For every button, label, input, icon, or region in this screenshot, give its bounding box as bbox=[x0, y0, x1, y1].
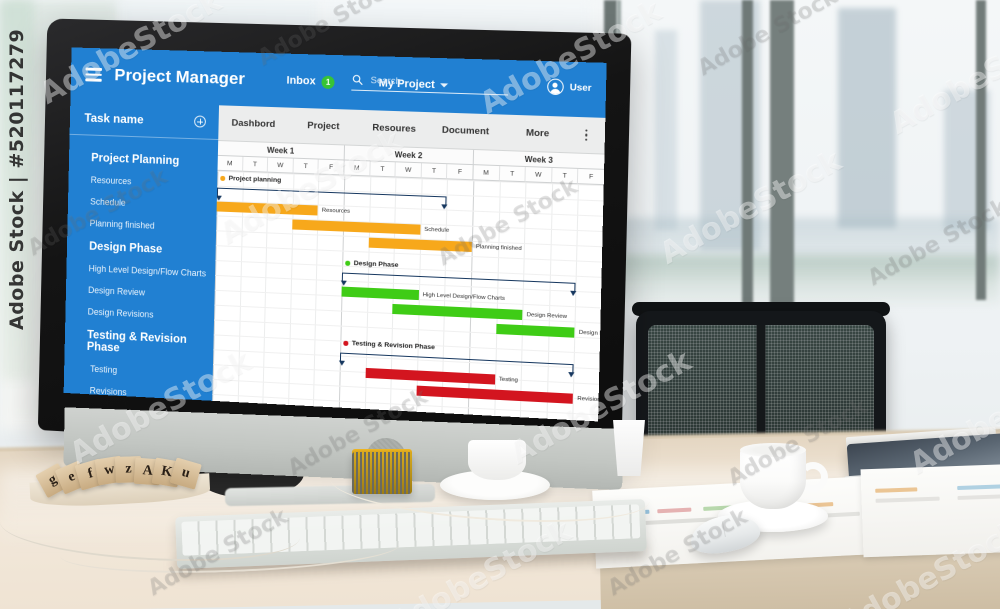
office-desk-scene: Project Manager Inbox 1 My Project Searc… bbox=[0, 0, 1000, 609]
tab-more[interactable]: More bbox=[501, 127, 574, 141]
tab-project[interactable]: Project bbox=[288, 120, 359, 133]
project-manager-app: Project Manager Inbox 1 My Project Searc… bbox=[63, 47, 607, 422]
day-header-cell: W bbox=[267, 157, 294, 174]
gantt-task-label: Planning finished bbox=[475, 243, 522, 252]
gantt-task-bar[interactable]: Design Review bbox=[392, 303, 567, 320]
phase-name: Testing & Revision Phase bbox=[351, 340, 436, 352]
day-header-cell: T bbox=[421, 163, 448, 180]
report-paper-right bbox=[860, 462, 1000, 558]
phase-name: Design Phase bbox=[353, 260, 399, 270]
sidebar-item-resources[interactable]: Resources bbox=[68, 174, 217, 190]
phase-marker-icon bbox=[220, 176, 225, 181]
monitor-screen: Project Manager Inbox 1 My Project Searc… bbox=[63, 47, 607, 422]
search-icon bbox=[352, 74, 362, 85]
add-task-icon[interactable] bbox=[194, 115, 207, 128]
gantt-phase-label[interactable]: Project planning bbox=[220, 175, 281, 184]
stock-watermark-id: Adobe Stock | #520117279 bbox=[6, 28, 28, 330]
day-header-cell: M bbox=[217, 155, 244, 172]
grid-line-vertical bbox=[545, 183, 553, 422]
gantt-task-bar[interactable]: High Level Design/Flow Charts bbox=[341, 286, 505, 302]
sidebar-item-testing[interactable]: Testing bbox=[64, 362, 213, 380]
grid-line-vertical bbox=[571, 184, 580, 422]
sidebar-item-schedule[interactable]: Schedule bbox=[68, 196, 217, 212]
task-name-label: Task name bbox=[84, 110, 144, 127]
gantt-task-bar[interactable]: Schedule bbox=[292, 219, 449, 235]
user-label: User bbox=[569, 81, 592, 94]
gantt-task-label: Testing bbox=[498, 376, 518, 384]
city-building bbox=[655, 30, 677, 230]
nav-item-inbox[interactable]: Inbox 1 bbox=[286, 74, 335, 89]
grid-line-vertical bbox=[363, 176, 371, 422]
day-header-cell: M bbox=[473, 165, 500, 182]
app-title: Project Manager bbox=[114, 65, 246, 89]
sidebar-item-design-revisions[interactable]: Design Revisions bbox=[65, 306, 214, 323]
day-header-cell: F bbox=[578, 168, 605, 186]
gantt-phase-label[interactable]: Testing & Revision Phase bbox=[343, 340, 436, 352]
gantt-task-bar[interactable]: Design Revisions bbox=[495, 323, 604, 338]
sidebar-item-design-review[interactable]: Design Review bbox=[66, 284, 215, 301]
gantt-task-label: Resources bbox=[321, 207, 351, 215]
gantt-task-bar[interactable]: Testing bbox=[365, 367, 518, 385]
day-header-cell: M bbox=[344, 160, 371, 177]
tab-container: Dashbord Project Resoures Document More bbox=[219, 117, 575, 140]
window-mullion bbox=[742, 0, 753, 330]
user-menu[interactable]: User bbox=[546, 78, 592, 96]
inbox-badge: 1 bbox=[321, 75, 335, 89]
window-mullion bbox=[770, 0, 794, 330]
phase-marker-icon bbox=[345, 260, 350, 266]
more-vertical-icon[interactable] bbox=[574, 129, 599, 141]
sidebar-group-title[interactable]: Testing & Revision Phase bbox=[65, 328, 214, 359]
sidebar-header: Task name bbox=[69, 100, 220, 141]
avatar bbox=[546, 78, 564, 96]
city-building bbox=[838, 8, 896, 228]
day-header-cell: F bbox=[318, 159, 345, 176]
gantt-phase-label[interactable]: Design Phase bbox=[345, 260, 399, 270]
sidebar-group-title[interactable]: Design Phase bbox=[67, 240, 216, 258]
day-header-cell: W bbox=[525, 167, 553, 184]
inbox-label: Inbox bbox=[286, 74, 316, 88]
letter-blocks: gefwzAKu bbox=[35, 452, 202, 508]
hamburger-icon[interactable] bbox=[85, 67, 102, 82]
tab-dashbord[interactable]: Dashbord bbox=[219, 117, 289, 130]
day-header-cell: F bbox=[447, 164, 474, 181]
phase-marker-icon bbox=[343, 340, 348, 346]
phase-name: Project planning bbox=[228, 175, 282, 185]
search-input[interactable] bbox=[370, 74, 509, 90]
city-greenery bbox=[600, 255, 1000, 305]
tab-document[interactable]: Document bbox=[430, 124, 502, 138]
day-header-cell: T bbox=[369, 161, 396, 178]
sidebar-item-high-level-design-flow-charts[interactable]: High Level Design/Flow Charts bbox=[66, 262, 215, 278]
coffee-cup-rim bbox=[740, 443, 806, 457]
grid-line-vertical bbox=[389, 177, 397, 422]
sidebar: Task name Project Planning Resources Sched… bbox=[63, 100, 220, 402]
sidebar-task-list: Project Planning Resources Schedule Plannin… bbox=[64, 135, 219, 402]
day-header-cell: T bbox=[242, 156, 269, 173]
gantt-task-label: Schedule bbox=[424, 226, 450, 234]
window-mullion bbox=[976, 0, 986, 300]
day-header-cell: T bbox=[551, 167, 579, 185]
sidebar-item-planning-finished[interactable]: Planning finished bbox=[67, 217, 216, 233]
day-header-cell: T bbox=[499, 166, 526, 183]
desktop-monitor: Project Manager Inbox 1 My Project Searc… bbox=[36, 18, 632, 491]
tab-resoures[interactable]: Resoures bbox=[359, 122, 430, 135]
day-header-cell: T bbox=[293, 158, 320, 175]
sidebar-group-title[interactable]: Project Planning bbox=[69, 152, 218, 169]
gantt-chart: Week 1Week 2Week 3 MTWTFMTWTFMTWTFMT Pro… bbox=[212, 141, 605, 422]
gantt-grid: Project planning Resources Schedule Plannin… bbox=[212, 170, 605, 422]
search-bar[interactable] bbox=[351, 73, 509, 96]
day-header-cell: W bbox=[395, 162, 422, 179]
grid-line-vertical bbox=[519, 182, 527, 422]
